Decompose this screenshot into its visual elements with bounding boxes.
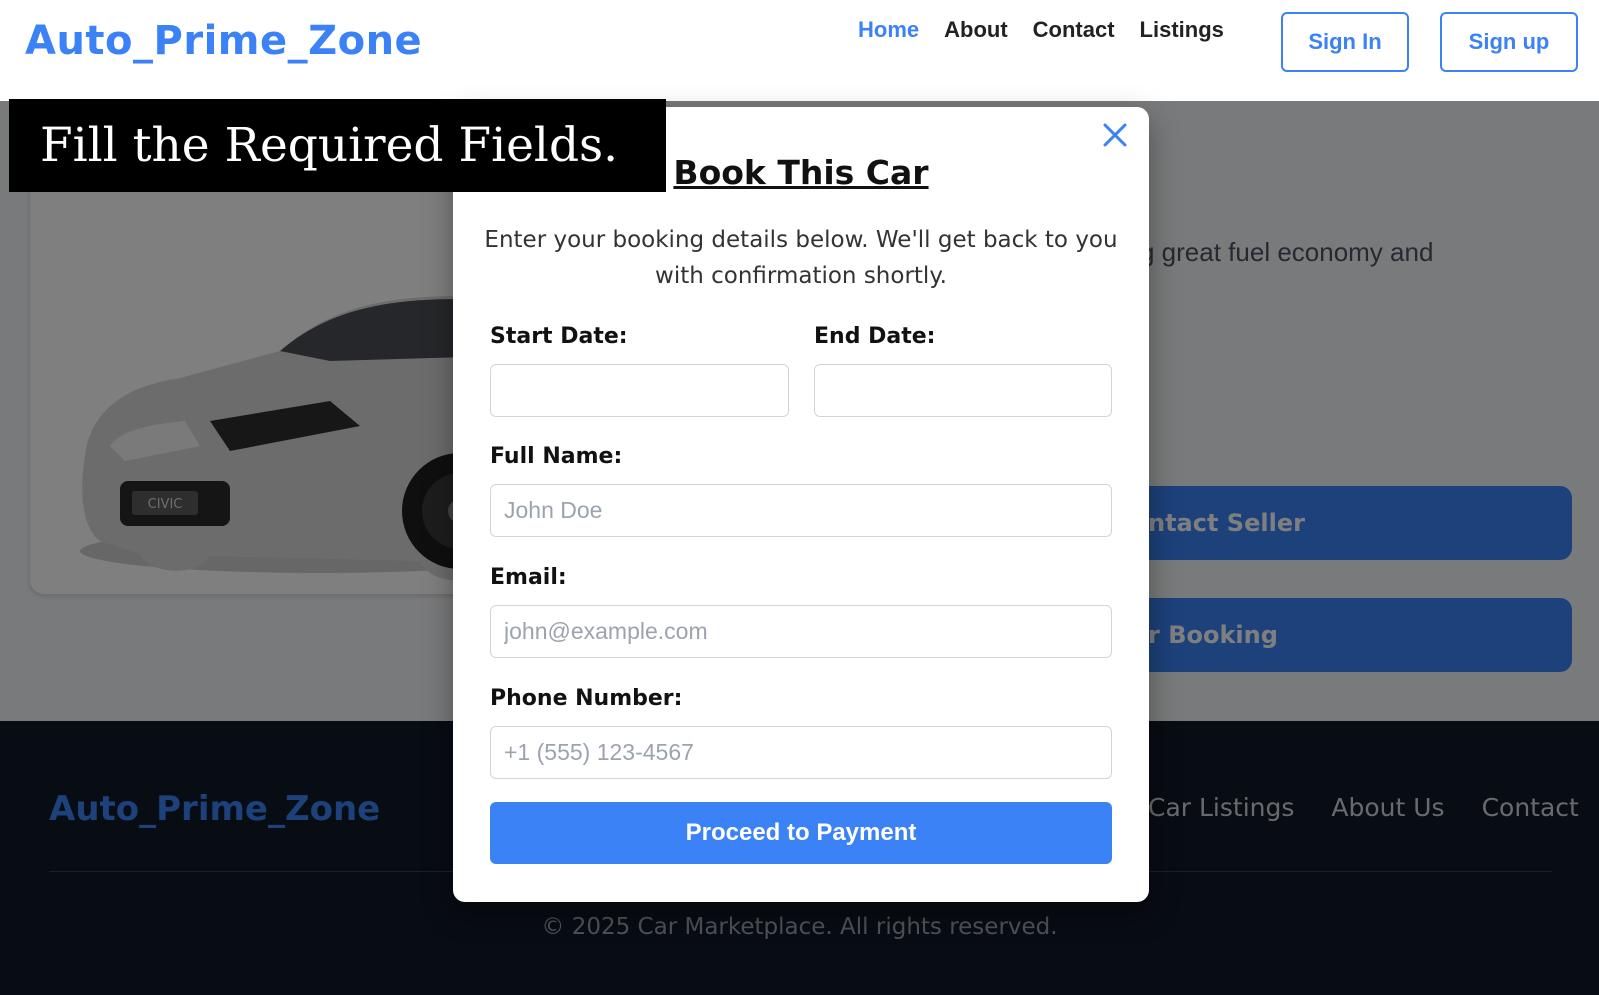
close-icon[interactable] [1099, 119, 1131, 151]
start-date-label: Start Date: [490, 324, 628, 349]
nav-contact-link[interactable]: Contact [1033, 17, 1115, 43]
sign-up-button[interactable]: Sign up [1440, 12, 1578, 72]
email-input[interactable] [490, 605, 1112, 658]
phone-input[interactable] [490, 726, 1112, 779]
phone-label: Phone Number: [490, 686, 683, 711]
booking-modal: Book This Car Enter your booking details… [453, 107, 1149, 902]
sign-in-button[interactable]: Sign In [1281, 12, 1409, 72]
site-logo[interactable]: Auto_Prime_Zone [25, 18, 422, 64]
proceed-to-payment-button[interactable]: Proceed to Payment [490, 802, 1112, 864]
full-name-input[interactable] [490, 484, 1112, 537]
full-name-label: Full Name: [490, 444, 623, 469]
modal-description: Enter your booking details below. We'll … [484, 227, 1118, 289]
email-label: Email: [490, 565, 567, 590]
nav-about-link[interactable]: About [944, 17, 1008, 43]
nav-listings-link[interactable]: Listings [1140, 17, 1224, 43]
end-date-label: End Date: [814, 324, 936, 349]
nav-home-link[interactable]: Home [858, 17, 919, 43]
instruction-caption: Fill the Required Fields. [9, 99, 666, 192]
start-date-input[interactable] [490, 364, 789, 417]
site-header: Auto_Prime_Zone Home About Contact Listi… [0, 0, 1599, 101]
main-nav: Home About Contact Listings [858, 17, 1224, 43]
end-date-input[interactable] [814, 364, 1112, 417]
